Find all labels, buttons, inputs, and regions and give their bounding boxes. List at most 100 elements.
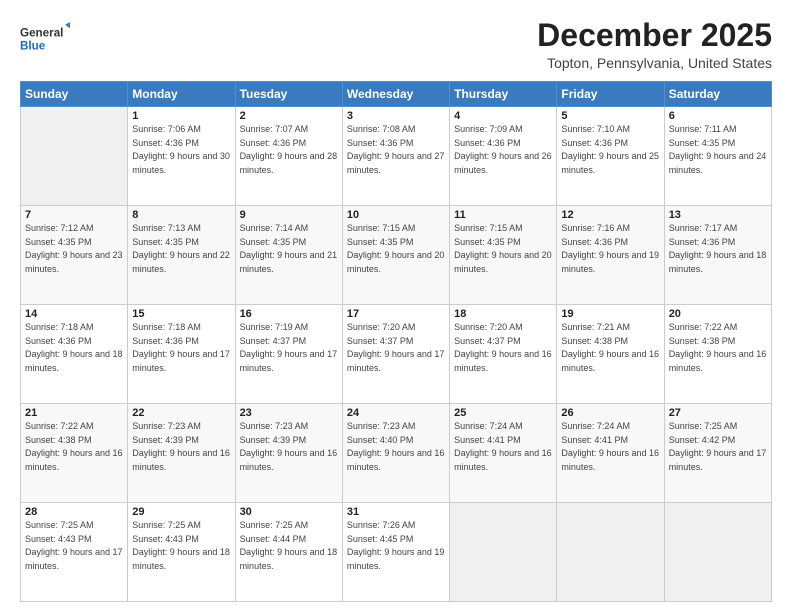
day-number: 4 — [454, 110, 552, 122]
table-cell: 10 Sunrise: 7:15 AMSunset: 4:35 PMDaylig… — [342, 206, 449, 305]
table-cell: 13 Sunrise: 7:17 AMSunset: 4:36 PMDaylig… — [664, 206, 771, 305]
table-cell: 28 Sunrise: 7:25 AMSunset: 4:43 PMDaylig… — [21, 503, 128, 602]
table-cell: 11 Sunrise: 7:15 AMSunset: 4:35 PMDaylig… — [450, 206, 557, 305]
page: General Blue December 2025 Topton, Penns… — [0, 0, 792, 612]
day-info: Sunrise: 7:15 AMSunset: 4:35 PMDaylight:… — [347, 223, 445, 274]
day-number: 6 — [669, 110, 767, 122]
table-cell — [21, 107, 128, 206]
table-cell: 8 Sunrise: 7:13 AMSunset: 4:35 PMDayligh… — [128, 206, 235, 305]
day-info: Sunrise: 7:20 AMSunset: 4:37 PMDaylight:… — [347, 322, 445, 373]
table-cell: 12 Sunrise: 7:16 AMSunset: 4:36 PMDaylig… — [557, 206, 664, 305]
day-number: 14 — [25, 308, 123, 320]
table-cell: 9 Sunrise: 7:14 AMSunset: 4:35 PMDayligh… — [235, 206, 342, 305]
day-number: 5 — [561, 110, 659, 122]
table-cell: 6 Sunrise: 7:11 AMSunset: 4:35 PMDayligh… — [664, 107, 771, 206]
day-info: Sunrise: 7:19 AMSunset: 4:37 PMDaylight:… — [240, 322, 338, 373]
weekday-header-sunday: Sunday — [21, 82, 128, 107]
weekday-header-tuesday: Tuesday — [235, 82, 342, 107]
day-number: 24 — [347, 407, 445, 419]
header: General Blue December 2025 Topton, Penns… — [20, 18, 772, 71]
svg-text:Blue: Blue — [20, 40, 46, 53]
day-info: Sunrise: 7:20 AMSunset: 4:37 PMDaylight:… — [454, 322, 552, 373]
day-info: Sunrise: 7:24 AMSunset: 4:41 PMDaylight:… — [561, 421, 659, 472]
day-number: 25 — [454, 407, 552, 419]
table-cell: 31 Sunrise: 7:26 AMSunset: 4:45 PMDaylig… — [342, 503, 449, 602]
day-info: Sunrise: 7:23 AMSunset: 4:39 PMDaylight:… — [132, 421, 230, 472]
table-cell: 26 Sunrise: 7:24 AMSunset: 4:41 PMDaylig… — [557, 404, 664, 503]
table-cell — [664, 503, 771, 602]
day-info: Sunrise: 7:25 AMSunset: 4:43 PMDaylight:… — [25, 520, 123, 571]
day-number: 20 — [669, 308, 767, 320]
svg-text:General: General — [20, 26, 63, 39]
subtitle: Topton, Pennsylvania, United States — [537, 55, 772, 71]
main-title: December 2025 — [537, 18, 772, 53]
day-number: 16 — [240, 308, 338, 320]
table-cell: 14 Sunrise: 7:18 AMSunset: 4:36 PMDaylig… — [21, 305, 128, 404]
day-info: Sunrise: 7:08 AMSunset: 4:36 PMDaylight:… — [347, 124, 445, 175]
day-info: Sunrise: 7:18 AMSunset: 4:36 PMDaylight:… — [132, 322, 230, 373]
table-cell: 18 Sunrise: 7:20 AMSunset: 4:37 PMDaylig… — [450, 305, 557, 404]
day-number: 17 — [347, 308, 445, 320]
day-info: Sunrise: 7:09 AMSunset: 4:36 PMDaylight:… — [454, 124, 552, 175]
table-cell: 23 Sunrise: 7:23 AMSunset: 4:39 PMDaylig… — [235, 404, 342, 503]
table-cell: 1 Sunrise: 7:06 AMSunset: 4:36 PMDayligh… — [128, 107, 235, 206]
day-number: 21 — [25, 407, 123, 419]
day-info: Sunrise: 7:18 AMSunset: 4:36 PMDaylight:… — [25, 322, 123, 373]
weekday-header-friday: Friday — [557, 82, 664, 107]
day-number: 28 — [25, 506, 123, 518]
day-info: Sunrise: 7:22 AMSunset: 4:38 PMDaylight:… — [25, 421, 123, 472]
day-number: 7 — [25, 209, 123, 221]
logo: General Blue — [20, 18, 70, 58]
day-info: Sunrise: 7:23 AMSunset: 4:40 PMDaylight:… — [347, 421, 445, 472]
day-number: 15 — [132, 308, 230, 320]
day-info: Sunrise: 7:24 AMSunset: 4:41 PMDaylight:… — [454, 421, 552, 472]
table-cell — [557, 503, 664, 602]
day-info: Sunrise: 7:25 AMSunset: 4:43 PMDaylight:… — [132, 520, 230, 571]
day-number: 8 — [132, 209, 230, 221]
table-cell: 22 Sunrise: 7:23 AMSunset: 4:39 PMDaylig… — [128, 404, 235, 503]
day-number: 22 — [132, 407, 230, 419]
day-number: 31 — [347, 506, 445, 518]
table-cell: 17 Sunrise: 7:20 AMSunset: 4:37 PMDaylig… — [342, 305, 449, 404]
day-info: Sunrise: 7:06 AMSunset: 4:36 PMDaylight:… — [132, 124, 230, 175]
day-number: 3 — [347, 110, 445, 122]
day-number: 18 — [454, 308, 552, 320]
day-info: Sunrise: 7:25 AMSunset: 4:42 PMDaylight:… — [669, 421, 767, 472]
title-block: December 2025 Topton, Pennsylvania, Unit… — [537, 18, 772, 71]
day-number: 29 — [132, 506, 230, 518]
day-number: 2 — [240, 110, 338, 122]
day-info: Sunrise: 7:25 AMSunset: 4:44 PMDaylight:… — [240, 520, 338, 571]
table-cell: 16 Sunrise: 7:19 AMSunset: 4:37 PMDaylig… — [235, 305, 342, 404]
table-cell: 19 Sunrise: 7:21 AMSunset: 4:38 PMDaylig… — [557, 305, 664, 404]
table-cell: 24 Sunrise: 7:23 AMSunset: 4:40 PMDaylig… — [342, 404, 449, 503]
day-info: Sunrise: 7:22 AMSunset: 4:38 PMDaylight:… — [669, 322, 767, 373]
day-info: Sunrise: 7:26 AMSunset: 4:45 PMDaylight:… — [347, 520, 445, 571]
day-number: 1 — [132, 110, 230, 122]
table-cell: 21 Sunrise: 7:22 AMSunset: 4:38 PMDaylig… — [21, 404, 128, 503]
day-number: 27 — [669, 407, 767, 419]
day-number: 26 — [561, 407, 659, 419]
calendar-table: SundayMondayTuesdayWednesdayThursdayFrid… — [20, 81, 772, 602]
day-info: Sunrise: 7:07 AMSunset: 4:36 PMDaylight:… — [240, 124, 338, 175]
day-info: Sunrise: 7:13 AMSunset: 4:35 PMDaylight:… — [132, 223, 230, 274]
day-info: Sunrise: 7:15 AMSunset: 4:35 PMDaylight:… — [454, 223, 552, 274]
table-cell: 7 Sunrise: 7:12 AMSunset: 4:35 PMDayligh… — [21, 206, 128, 305]
table-cell: 30 Sunrise: 7:25 AMSunset: 4:44 PMDaylig… — [235, 503, 342, 602]
weekday-header-monday: Monday — [128, 82, 235, 107]
day-info: Sunrise: 7:21 AMSunset: 4:38 PMDaylight:… — [561, 322, 659, 373]
day-number: 12 — [561, 209, 659, 221]
table-cell: 29 Sunrise: 7:25 AMSunset: 4:43 PMDaylig… — [128, 503, 235, 602]
day-number: 23 — [240, 407, 338, 419]
day-number: 19 — [561, 308, 659, 320]
day-info: Sunrise: 7:23 AMSunset: 4:39 PMDaylight:… — [240, 421, 338, 472]
weekday-header-saturday: Saturday — [664, 82, 771, 107]
table-cell: 2 Sunrise: 7:07 AMSunset: 4:36 PMDayligh… — [235, 107, 342, 206]
day-info: Sunrise: 7:10 AMSunset: 4:36 PMDaylight:… — [561, 124, 659, 175]
logo-svg: General Blue — [20, 18, 70, 58]
day-info: Sunrise: 7:12 AMSunset: 4:35 PMDaylight:… — [25, 223, 123, 274]
day-info: Sunrise: 7:16 AMSunset: 4:36 PMDaylight:… — [561, 223, 659, 274]
table-cell: 3 Sunrise: 7:08 AMSunset: 4:36 PMDayligh… — [342, 107, 449, 206]
day-number: 11 — [454, 209, 552, 221]
table-cell: 5 Sunrise: 7:10 AMSunset: 4:36 PMDayligh… — [557, 107, 664, 206]
table-cell: 20 Sunrise: 7:22 AMSunset: 4:38 PMDaylig… — [664, 305, 771, 404]
